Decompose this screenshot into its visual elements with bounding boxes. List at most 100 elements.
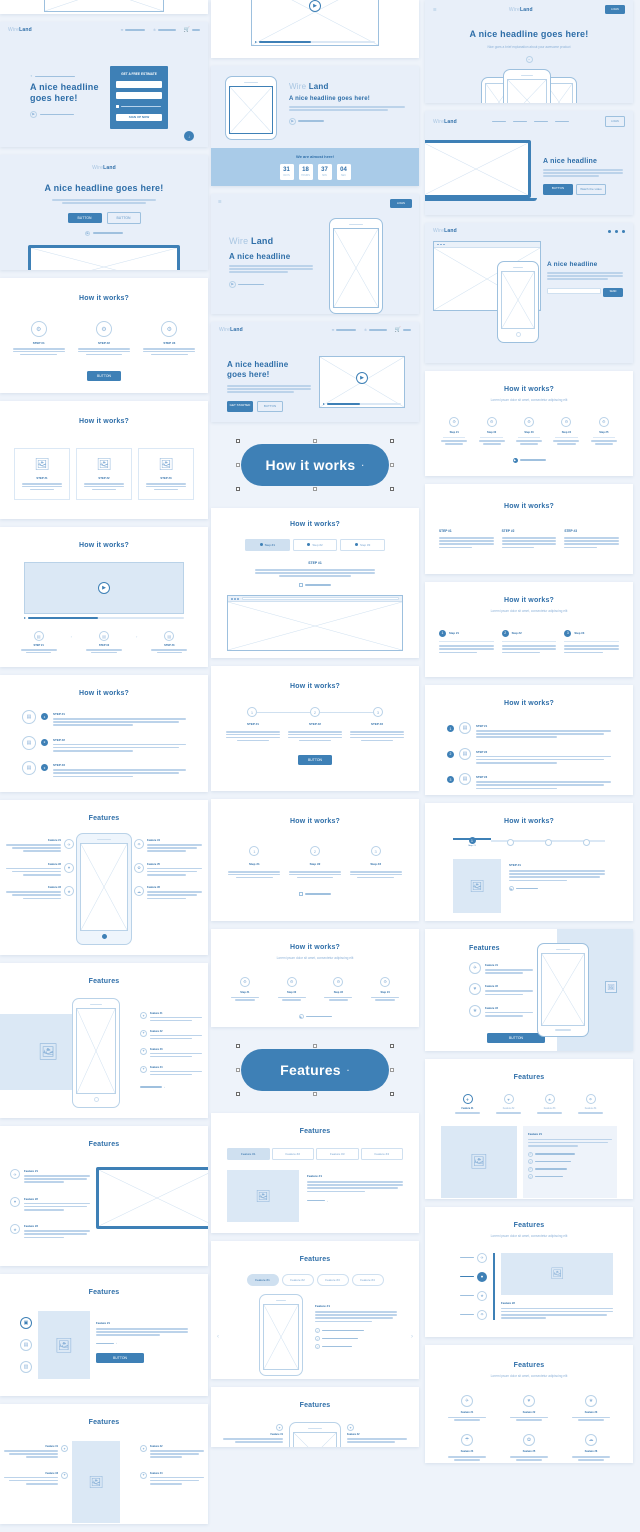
artboard-features-phone-panel[interactable]: Features ✈ Feature #1 ♥ Feature #2 ★ Fea…	[425, 929, 633, 1051]
artboard-pill[interactable]: How it works ·	[241, 444, 389, 486]
artboard-features-phone-image[interactable]: Features 🖼 ✦ Feature #1 ✦ Feature #2 ✦ F…	[0, 963, 208, 1118]
artboard-coming-soon[interactable]: Wire Land A nice headline goes here! ▶ W…	[211, 66, 419, 186]
artboard-how-it-works-five-steps[interactable]: How it works? Lorem ipsum dolor sit amet…	[211, 929, 419, 1027]
artboard-how-it-works-columns[interactable]: How it works? STEP #1 STEP #2 STEP #3	[425, 484, 633, 574]
logo[interactable]: WireLand	[8, 27, 32, 33]
secondary-cta-button[interactable]: Watch the video	[576, 183, 606, 195]
login-button[interactable]: LOGIN	[604, 116, 625, 127]
step-card[interactable]: 🖼 STEP #3	[138, 448, 194, 501]
nav-link[interactable]	[555, 120, 570, 123]
artboard-features-vtabs[interactable]: Features Lorem ipsum dolor sit amet, con…	[425, 1207, 633, 1337]
subscribe-button[interactable]: SEND	[603, 287, 623, 297]
artboard-hero-devices[interactable]: ☰ WireLand LOGIN A nice headline goes he…	[425, 0, 633, 103]
tab-feature-3[interactable]: Feature #3	[316, 1148, 359, 1160]
menu-icon[interactable]: ☰	[218, 199, 222, 208]
feature-icon[interactable]: ▣	[20, 1317, 32, 1329]
secondary-cta-button[interactable]: BUTTON	[257, 400, 283, 412]
artboard-how-it-works-tabs[interactable]: How it works? Step #1 Step #2 Step #3 ST…	[211, 508, 419, 658]
artboard-features-laptop[interactable]: Features ✈ Feature #1 ♥ Feature #2 ★ Fea…	[0, 1126, 208, 1266]
artboard-hero-dashboard[interactable]: WireLand A nice headline SEND	[425, 223, 633, 363]
tab-feature-3[interactable]: ★ Feature #3	[531, 1094, 568, 1114]
artboard-how-it-works-progress[interactable]: How it works? 1 Step #1 🖼 STEP #1 ▶	[425, 803, 633, 921]
play-icon[interactable]: ▶	[85, 230, 91, 236]
play-icon[interactable]	[255, 41, 257, 43]
scroll-down-icon[interactable]: ↓	[184, 131, 194, 141]
play-icon[interactable]: ▶	[356, 372, 368, 384]
artboard-hero-centered-laptop[interactable]: WireLand A nice headline goes here! BUTT…	[0, 155, 208, 270]
artboard-features-diagram[interactable]: Features 🖼 Feature #1 ✦ Feature #3 ✦ ✦ F…	[0, 1404, 208, 1524]
feature-icon[interactable]: ▥	[20, 1361, 32, 1373]
nav-link[interactable]	[534, 120, 549, 123]
vtab[interactable]: ☂	[445, 1309, 487, 1320]
artboard-how-it-works-5icons[interactable]: How it works? Lorem ipsum dolor sit amet…	[425, 371, 633, 476]
menu-icon[interactable]: ☰	[433, 7, 437, 12]
nav-email[interactable]: ✉	[121, 28, 146, 33]
primary-cta-button[interactable]: GET STARTED	[227, 400, 253, 412]
login-button[interactable]: LOGIN	[390, 199, 412, 208]
video-player[interactable]: ▶	[24, 562, 184, 619]
artboard-how-it-works-vertical[interactable]: How it works? ▤ 1 STEP #1 ▤ 2 STEP #2 ▤	[0, 675, 208, 792]
artboard-hero-video[interactable]: WireLand ✉ ✆ 🛒 A nice headline goes here…	[211, 322, 419, 422]
tab-feature-2[interactable]: Feature #2	[271, 1148, 314, 1160]
progress-step[interactable]	[529, 838, 567, 846]
email-input[interactable]	[547, 287, 601, 294]
vtab[interactable]: ✈	[445, 1252, 487, 1263]
cta-button[interactable]: BUTTON	[487, 1033, 545, 1044]
play-icon[interactable]: ▶	[98, 582, 110, 594]
nav-phone[interactable]: ✆	[364, 328, 387, 333]
nav-cart[interactable]: 🛒	[395, 327, 411, 333]
logo[interactable]: Wire Land	[229, 236, 313, 246]
tab-feature-2[interactable]: ♥ Feature #2	[490, 1094, 527, 1114]
artboard-pill[interactable]: Features ·	[241, 1049, 389, 1091]
tab-feature-1[interactable]: ✈ Feature #1	[449, 1094, 486, 1114]
cta-button[interactable]: BUTTON	[96, 1352, 144, 1363]
tab-feature-1[interactable]: Feature #1	[246, 1274, 279, 1286]
nav-email[interactable]: ✉	[332, 328, 357, 333]
nav-dot[interactable]	[615, 229, 618, 233]
nav-dot[interactable]	[608, 229, 611, 233]
terms-checkbox[interactable]	[116, 104, 119, 108]
artboard-label-features[interactable]: Features ·	[211, 1035, 419, 1105]
tab-feature-2[interactable]: Feature #2	[281, 1274, 314, 1286]
artboard-how-it-works-numbers[interactable]: How it works? 1 Step #1 2 Step #2 3 Step…	[211, 799, 419, 921]
logo[interactable]: WireLand	[433, 119, 457, 125]
tab-feature-1[interactable]: Feature #1	[227, 1148, 270, 1160]
logo[interactable]: WireLand	[219, 327, 243, 333]
scroll-down-icon[interactable]: ⌄	[525, 55, 533, 63]
primary-cta-button[interactable]: BUTTON	[67, 212, 102, 223]
logo[interactable]: Wire Land	[289, 82, 405, 91]
artboard-how-it-works-boxes[interactable]: How it works? 🖼 STEP #1 🖼 STEP #2 🖼 STEP…	[0, 401, 208, 519]
vtab[interactable]: ★	[445, 1290, 487, 1301]
play-icon[interactable]	[323, 403, 325, 405]
chevron-icon[interactable]: ›	[116, 1341, 117, 1345]
tab-feature-4[interactable]: Feature #4	[351, 1274, 384, 1286]
nav-dot[interactable]	[622, 229, 625, 233]
artboard-hero-laptop[interactable]: WireLand LOGIN A nice headline BUTTON Wa…	[425, 111, 633, 215]
play-icon[interactable]: ▶	[229, 280, 236, 288]
primary-cta-button[interactable]: BUTTON	[543, 183, 573, 195]
artboard-how-it-works-circles[interactable]: How it works? ⚙ STEP #1 ⚙ STEP #2 ⚙ STEP…	[0, 278, 208, 393]
carousel-next-button[interactable]: ›	[411, 1334, 413, 1340]
tab-feature-4[interactable]: ☂ Feature #4	[572, 1094, 609, 1114]
artboard-how-it-works-timeline[interactable]: How it works? 1 2 3 STEP #1 STEP #2 STEP…	[211, 666, 419, 791]
artboard-features-tabs[interactable]: Features Feature #1 Feature #2 Feature #…	[211, 1113, 419, 1233]
play-icon[interactable]: ▶	[309, 0, 321, 12]
artboard-features-grid6[interactable]: Features Lorem ipsum dolor sit amet, con…	[425, 1345, 633, 1463]
secondary-cta-button[interactable]: BUTTON	[106, 211, 141, 224]
progress-step[interactable]	[491, 838, 529, 846]
step-card[interactable]: 🖼 STEP #1	[14, 448, 70, 501]
nav-cart[interactable]: 🛒	[184, 27, 200, 33]
artboard-label-how-it-works[interactable]: How it works ·	[211, 430, 419, 500]
play-icon[interactable]: ▶	[298, 1014, 304, 1020]
carousel-prev-button[interactable]: ‹	[217, 1334, 219, 1340]
artboard-how-it-works-video[interactable]: How it works? ▶ ▤ STEP #1 › ▤ STEP #2 › …	[0, 527, 208, 667]
progress-step[interactable]	[567, 838, 605, 846]
cta-button[interactable]: BUTTON	[87, 370, 121, 381]
logo[interactable]: WireLand	[509, 7, 533, 13]
artboard-features-icontabs[interactable]: Features ✈ Feature #1 ♥ Feature #2 ★ Fea…	[425, 1059, 633, 1199]
vtab-active[interactable]: ♥	[445, 1271, 487, 1282]
artboard-features-phone-radial[interactable]: Features Feature #1 ✈ Feature #2 ♥ Featu…	[0, 800, 208, 955]
artboard-partial-top[interactable]	[0, 0, 208, 14]
progress-step-active[interactable]: 1 Step #1	[453, 837, 491, 847]
chevron-icon[interactable]: ›	[327, 1199, 328, 1203]
